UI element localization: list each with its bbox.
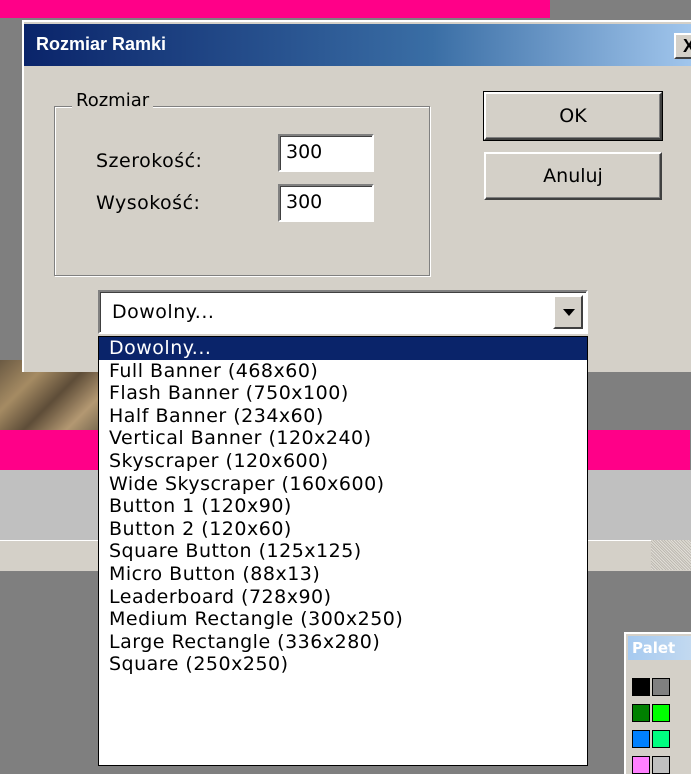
chevron-down-icon[interactable] xyxy=(553,295,583,329)
preset-option[interactable]: Flash Banner (750x100) xyxy=(99,382,587,405)
width-label: Szerokość: xyxy=(96,150,203,172)
preset-option[interactable]: Medium Rectangle (300x250) xyxy=(99,608,587,631)
dialog-title: Rozmiar Ramki xyxy=(36,34,167,54)
ok-button[interactable]: OK xyxy=(483,91,663,141)
preset-option[interactable]: Half Banner (234x60) xyxy=(99,405,587,428)
preset-option[interactable]: Large Rectangle (336x280) xyxy=(99,631,587,654)
color-swatch[interactable] xyxy=(652,704,670,722)
preset-select[interactable]: Dowolny... xyxy=(98,290,588,334)
preset-option[interactable]: Leaderboard (728x90) xyxy=(99,586,587,609)
palette-title[interactable]: Palet xyxy=(628,636,691,660)
width-field[interactable]: 300 xyxy=(278,134,374,172)
preset-option[interactable]: Skyscraper (120x600) xyxy=(99,450,587,473)
preset-option[interactable]: Button 1 (120x90) xyxy=(99,495,587,518)
preset-select-value: Dowolny... xyxy=(112,301,215,323)
color-swatch[interactable] xyxy=(632,730,650,748)
color-swatch[interactable] xyxy=(652,756,670,774)
height-field[interactable]: 300 xyxy=(278,184,374,222)
preset-option[interactable]: Wide Skyscraper (160x600) xyxy=(99,473,587,496)
cancel-button[interactable]: Anuluj xyxy=(484,152,662,200)
height-label: Wysokość: xyxy=(96,192,201,214)
background-banner-strip xyxy=(0,0,550,18)
dialog-titlebar[interactable]: Rozmiar Ramki X xyxy=(24,24,691,66)
preset-option[interactable]: Micro Button (88x13) xyxy=(99,563,587,586)
close-button[interactable]: X xyxy=(674,33,691,59)
color-swatch[interactable] xyxy=(652,678,670,696)
palette-panel: Palet xyxy=(624,632,691,774)
preset-dropdown-list[interactable]: Dowolny... Full Banner (468x60) Flash Ba… xyxy=(98,336,588,766)
color-swatch[interactable] xyxy=(632,756,650,774)
preset-option[interactable]: Square Button (125x125) xyxy=(99,540,587,563)
color-swatch[interactable] xyxy=(632,704,650,722)
preset-option[interactable]: Dowolny... xyxy=(99,337,587,360)
color-swatch[interactable] xyxy=(652,730,670,748)
preset-option[interactable]: Full Banner (468x60) xyxy=(99,360,587,383)
size-group-label: Rozmiar xyxy=(72,90,154,111)
preset-option[interactable]: Button 2 (120x60) xyxy=(99,518,587,541)
color-swatch[interactable] xyxy=(632,678,650,696)
preset-option[interactable]: Square (250x250) xyxy=(99,653,587,676)
preset-option[interactable]: Vertical Banner (120x240) xyxy=(99,427,587,450)
background-dither xyxy=(651,540,691,570)
